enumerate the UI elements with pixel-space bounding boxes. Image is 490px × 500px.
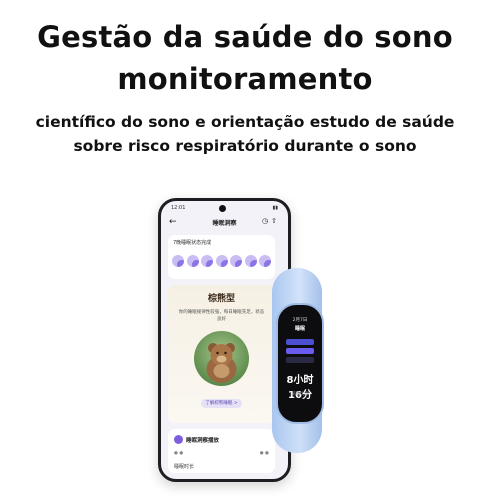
band-sleep-bar [286,357,314,363]
sleep-type-description: 你的睡眠规律性较强，每日睡眠充足，状态良好 [178,310,265,322]
play-icon[interactable] [174,435,183,444]
bear-illustration [194,331,249,386]
moon-icon [259,255,271,267]
headline-line1: Gestão da saúde do sono [37,20,453,54]
moon-icon [244,255,257,267]
sleep-insight-card: 睡眠洞察播放 ● ● ● ● 睡眠时长 [168,429,275,473]
band-title: 睡眠 [294,326,305,332]
band-screen: 2月7日 睡眠 8小时16分 深睡比例 [284,315,316,412]
status-bar: 12:01 ▮▮ [169,205,280,213]
sleep-type-card: 棕熊型 你的睡眠规律性较强，每日睡眠充足，状态良好 了解棕熊睡眠 > [168,285,275,423]
moon-row [172,255,271,269]
sleep-insight-label: 睡眠洞察播放 [186,438,220,444]
moon-icon [230,255,242,267]
status-time: 12:01 [171,205,186,211]
band-sleep-bar [286,348,314,354]
sleep-status-label: 7晚睡眠状态完成 [173,240,212,246]
sleep-type-heading: 棕熊型 [207,294,235,304]
band-sleep-bar [286,339,314,345]
moon-icon [186,255,199,267]
smart-band: 2月7日 睡眠 8小时16分 深睡比例 [276,303,324,424]
moon-icon [172,255,184,267]
sleep-status-card: 7晚睡眠状态完成 [168,235,275,279]
insight-row: ● ● ● ● [174,451,269,456]
learn-more-button[interactable]: 了解棕熊睡眠 > [201,399,242,408]
share-icon[interactable]: ◷⇧ [262,217,280,225]
phone-nav-bar: ← 睡眠洞察 ◷⇧ [167,217,282,229]
sleep-duration-label: 睡眠时长 [174,464,195,470]
subline-line2: sobre risco respiratório durante o sono [73,137,417,155]
moon-icon [201,255,213,267]
headline-line2: monitoramento [117,62,373,96]
band-footer: 深睡比例 [291,392,309,397]
battery-icon: ▮▮ [272,205,278,211]
moon-icon [215,255,228,267]
subline-line1: científico do sono e orientação estudo d… [35,113,455,131]
band-date: 2月7日 [292,318,308,323]
